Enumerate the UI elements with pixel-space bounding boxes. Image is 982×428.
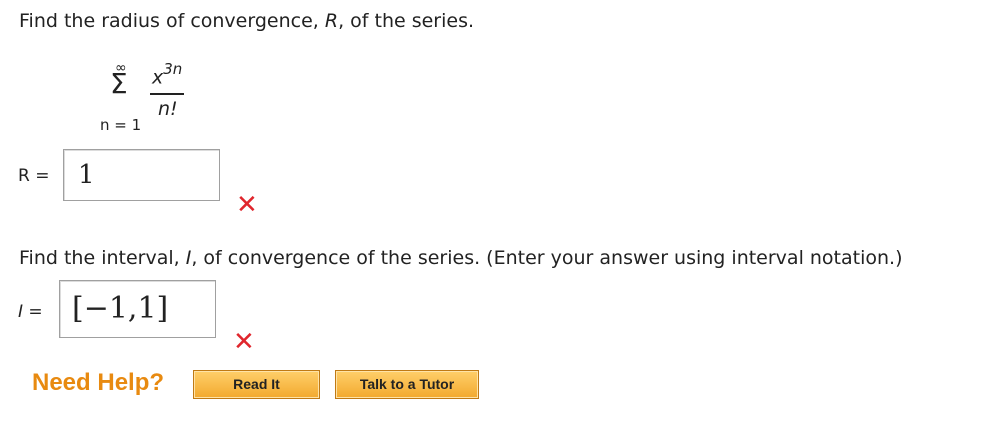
prompt-text-end: , of convergence of the series. (Enter y… bbox=[191, 247, 903, 269]
interval-label: I = bbox=[18, 302, 43, 322]
interval-answer-field[interactable]: [−1,1] bbox=[59, 280, 216, 338]
prompt-variable: R bbox=[324, 10, 339, 32]
numerator-exponent: 3n bbox=[163, 60, 183, 78]
question-1-prompt: Find the radius of convergence, R, of th… bbox=[19, 10, 474, 32]
talk-to-tutor-button[interactable]: Talk to a Tutor bbox=[335, 370, 479, 399]
prompt-text: Find the radius of convergence, bbox=[19, 10, 325, 32]
fraction-denominator: n! bbox=[158, 98, 178, 120]
x-mark-icon: ✕ bbox=[233, 327, 255, 357]
numerator-base: x bbox=[152, 66, 164, 89]
series-formula: ∞ Σ n = 1 x3n n! bbox=[92, 60, 202, 140]
sigma-symbol: Σ bbox=[110, 67, 128, 100]
prompt-text-end: , of the series. bbox=[338, 10, 475, 32]
interval-answer-value: [−1,1] bbox=[72, 291, 169, 326]
need-help-label: Need Help? bbox=[32, 369, 165, 396]
x-mark-icon: ✕ bbox=[236, 190, 258, 220]
question-2-prompt: Find the interval, I, of convergence of … bbox=[19, 247, 903, 269]
radius-answer-field[interactable]: 1 bbox=[63, 149, 220, 201]
prompt-text: Find the interval, bbox=[19, 247, 186, 269]
fraction-bar bbox=[150, 93, 184, 95]
sum-lower-limit: n = 1 bbox=[100, 116, 142, 134]
fraction-numerator: x3n bbox=[152, 60, 183, 89]
radius-label: R = bbox=[18, 166, 50, 186]
read-it-button[interactable]: Read It bbox=[193, 370, 320, 399]
radius-answer-value: 1 bbox=[78, 160, 95, 190]
